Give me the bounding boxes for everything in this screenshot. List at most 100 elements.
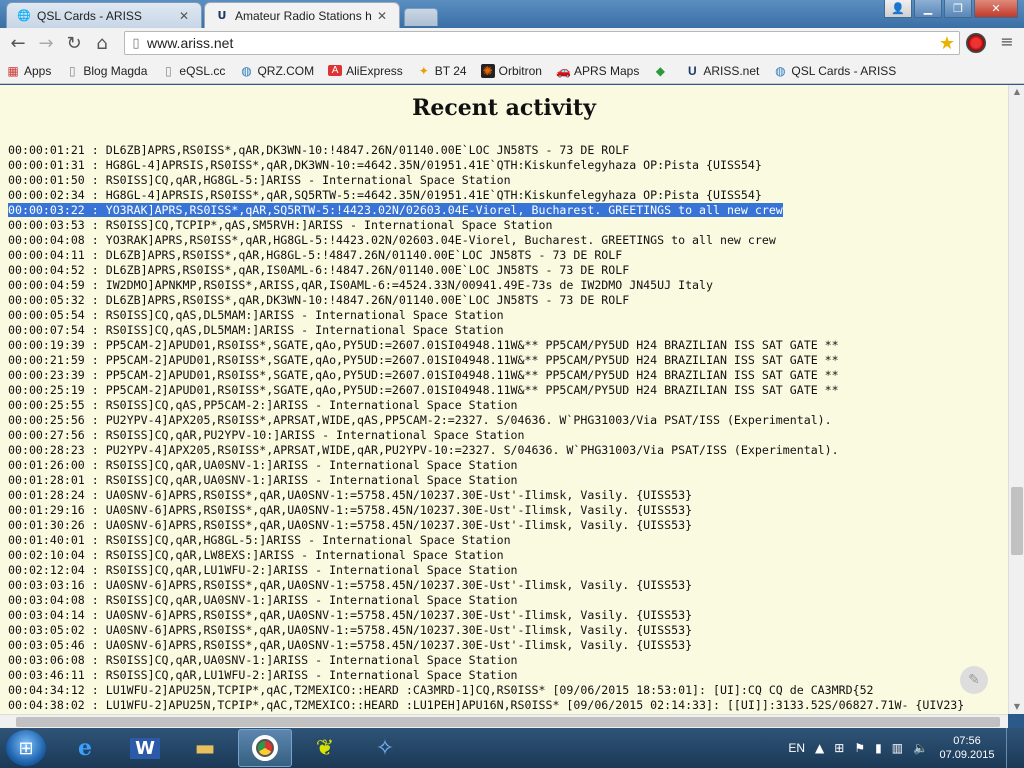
apps-grid-icon: ▦: [7, 63, 19, 78]
menu-hamburger-icon[interactable]: ≡: [996, 32, 1018, 54]
log-line-text: 00:00:25:55 : RS0ISS]CQ,qAS,PP5CAM-2:]AR…: [8, 398, 518, 412]
bookmark-label: ARISS.net: [703, 63, 760, 78]
tab-amateur-radio-stations[interactable]: U Amateur Radio Stations h ✕: [204, 2, 400, 28]
bookmark-star-icon[interactable]: ★: [935, 33, 959, 54]
log-line-text: 00:01:28:01 : RS0ISS]CQ,qAR,UA0SNV-1:]AR…: [8, 473, 518, 487]
log-line-text: 00:00:28:23 : PU2YPV-4]APX205,RS0ISS*,AP…: [8, 443, 839, 457]
log-line: 00:03:04:08 : RS0ISS]CQ,qAR,UA0SNV-1:]AR…: [8, 593, 1008, 608]
satellite-app-icon[interactable]: ✧: [358, 729, 412, 767]
log-line: 00:01:29:16 : UA0SNV-6]APRS,RS0ISS*,qAR,…: [8, 503, 1008, 518]
log-line: 00:03:05:46 : UA0SNV-6]APRS,RS0ISS*,qAR,…: [8, 638, 1008, 653]
language-indicator[interactable]: EN: [788, 741, 805, 755]
ariss-logo-icon: U: [217, 9, 227, 22]
network-icon[interactable]: ▥: [892, 741, 903, 755]
horizontal-scrollbar[interactable]: [0, 714, 1008, 728]
clock[interactable]: 07:56 07.09.2015: [938, 734, 996, 762]
log-line-text: 00:03:04:08 : RS0ISS]CQ,qAR,UA0SNV-1:]AR…: [8, 593, 518, 607]
home-icon[interactable]: ⌂: [88, 30, 116, 56]
bookmark-apps[interactable]: ▦ Apps: [6, 64, 51, 78]
horizontal-scroll-thumb[interactable]: [16, 717, 1000, 727]
bookmark-aliexpress[interactable]: A AliExpress: [328, 64, 403, 78]
log-line: 00:00:02:34 : HG8GL-4]APRSIS,RS0ISS*,qAR…: [8, 188, 1008, 203]
page-icon: ▯: [69, 63, 76, 78]
bookmark-label: AliExpress: [346, 63, 403, 78]
log-line-text: 00:00:07:54 : RS0ISS]CQ,qAS,DL5MAM:]ARIS…: [8, 323, 504, 337]
log-line: 00:02:10:04 : RS0ISS]CQ,qAR,LW8EXS:]ARIS…: [8, 548, 1008, 563]
scroll-up-arrow-icon[interactable]: ▲: [1009, 85, 1024, 99]
new-tab-button[interactable]: [404, 8, 438, 26]
tab-qsl-cards[interactable]: 🌐 QSL Cards - ARISS ✕: [6, 2, 202, 28]
bookmark-blog-magda[interactable]: ▯ Blog Magda: [65, 64, 147, 78]
chrome-icon[interactable]: [238, 729, 292, 767]
log-line: 00:01:28:24 : UA0SNV-6]APRS,RS0ISS*,qAR,…: [8, 488, 1008, 503]
log-line-text: 00:00:27:56 : RS0ISS]CQ,qAR,PU2YPV-10:]A…: [8, 428, 525, 442]
log-line: 00:02:12:04 : RS0ISS]CQ,qAR,LU1WFU-2:]AR…: [8, 563, 1008, 578]
bookmark-aprs-maps[interactable]: 🚗 APRS Maps: [556, 64, 639, 78]
log-line: 00:00:04:59 : IW2DMO]APNKMP,RS0ISS*,ARIS…: [8, 278, 1008, 293]
forward-arrow-icon[interactable]: →: [32, 30, 60, 56]
reload-icon[interactable]: ↻: [60, 30, 88, 56]
log-line: 00:00:05:54 : RS0ISS]CQ,qAS,DL5MAM:]ARIS…: [8, 308, 1008, 323]
bookmark-label: BT 24: [434, 63, 467, 78]
extension-record-icon[interactable]: [966, 33, 986, 53]
log-line-text: 00:00:25:19 : PP5CAM-2]APUD01,RS0ISS*,SG…: [8, 383, 839, 397]
word-icon[interactable]: W: [118, 729, 172, 767]
bookmark-orbitron[interactable]: ✺ Orbitron: [480, 63, 542, 78]
bookmark-ariss-net[interactable]: U ARISS.net: [685, 64, 759, 78]
scroll-down-arrow-icon[interactable]: ▼: [1009, 700, 1024, 714]
log-line: 00:00:04:08 : YO3RAK]APRS,RS0ISS*,qAR,HG…: [8, 233, 1008, 248]
minimize-button[interactable]: ▁: [914, 0, 942, 18]
log-line: 00:03:05:02 : UA0SNV-6]APRS,RS0ISS*,qAR,…: [8, 623, 1008, 638]
user-profile-icon[interactable]: 👤: [884, 0, 912, 18]
close-window-button[interactable]: ✕: [974, 0, 1018, 18]
log-line-text: 00:00:19:39 : PP5CAM-2]APUD01,RS0ISS*,SG…: [8, 338, 839, 352]
log-line-text: 00:03:06:08 : RS0ISS]CQ,qAR,UA0SNV-1:]AR…: [8, 653, 518, 667]
bookmark-label: eQSL.cc: [179, 63, 226, 78]
log-line: 00:03:06:08 : RS0ISS]CQ,qAR,UA0SNV-1:]AR…: [8, 653, 1008, 668]
vertical-scroll-thumb[interactable]: [1011, 487, 1023, 555]
log-line: 00:00:25:19 : PP5CAM-2]APUD01,RS0ISS*,SG…: [8, 383, 1008, 398]
windows-flag-icon[interactable]: ⊞: [834, 741, 844, 755]
bookmark-bt24[interactable]: ✦ BT 24: [417, 64, 467, 78]
start-button[interactable]: ⊞: [6, 730, 46, 766]
log-line: 00:00:19:39 : PP5CAM-2]APUD01,RS0ISS*,SG…: [8, 338, 1008, 353]
log-line: 00:00:03:53 : RS0ISS]CQ,TCPIP*,qAS,SM5RV…: [8, 218, 1008, 233]
maximize-button[interactable]: ❐: [944, 0, 972, 18]
internet-explorer-icon[interactable]: e: [58, 729, 112, 767]
vertical-scrollbar[interactable]: ▲ ▼: [1008, 85, 1024, 714]
close-tab-icon[interactable]: ✕: [177, 9, 191, 23]
log-line-text: 00:01:26:00 : RS0ISS]CQ,qAR,UA0SNV-1:]AR…: [8, 458, 518, 472]
battery-icon[interactable]: ▮: [875, 741, 882, 755]
car-icon: 🚗: [555, 63, 571, 78]
log-line-text: 00:00:01:50 : RS0ISS]CQ,qAR,HG8GL-5:]ARI…: [8, 173, 511, 187]
close-tab-icon[interactable]: ✕: [375, 9, 389, 23]
tray-expand-icon[interactable]: ▲: [815, 741, 824, 755]
file-explorer-icon[interactable]: ▬: [178, 729, 232, 767]
log-line: 00:00:01:21 : DL6ZB]APRS,RS0ISS*,qAR,DK3…: [8, 143, 1008, 158]
butterfly-app-icon[interactable]: ❦: [298, 729, 352, 767]
bookmark-qsl-cards-ariss[interactable]: ◍ QSL Cards - ARISS: [773, 64, 896, 78]
activity-log: 00:00:01:21 : DL6ZB]APRS,RS0ISS*,qAR,DK3…: [8, 143, 1008, 713]
bookmark-unnamed[interactable]: ◆: [653, 64, 671, 78]
log-line-text: 00:00:25:56 : PU2YPV-4]APX205,RS0ISS*,AP…: [8, 413, 832, 427]
page-title: Recent activity: [412, 95, 596, 121]
bookmark-eqsl[interactable]: ▯ eQSL.cc: [161, 64, 225, 78]
address-bar[interactable]: ▯ www.ariss.net ★: [124, 31, 960, 55]
show-desktop-button[interactable]: [1006, 728, 1016, 768]
log-line: 00:00:04:11 : DL6ZB]APRS,RS0ISS*,qAR,HG8…: [8, 248, 1008, 263]
bookmark-label: Blog Magda: [83, 63, 148, 78]
action-flag-icon[interactable]: ⚑: [854, 741, 865, 755]
aliexpress-icon: A: [328, 65, 343, 76]
bookmark-label: Orbitron: [498, 63, 542, 78]
log-line: 00:01:28:01 : RS0ISS]CQ,qAR,UA0SNV-1:]AR…: [8, 473, 1008, 488]
log-line-text: 00:03:04:14 : UA0SNV-6]APRS,RS0ISS*,qAR,…: [8, 608, 693, 622]
feedback-pencil-icon[interactable]: ✎: [960, 666, 988, 694]
volume-icon[interactable]: 🔈: [913, 741, 928, 755]
back-arrow-icon[interactable]: ←: [4, 30, 32, 56]
log-line: 00:01:30:26 : UA0SNV-6]APRS,RS0ISS*,qAR,…: [8, 518, 1008, 533]
log-line-text: 00:03:03:16 : UA0SNV-6]APRS,RS0ISS*,qAR,…: [8, 578, 693, 592]
log-line: 00:01:26:00 : RS0ISS]CQ,qAR,UA0SNV-1:]AR…: [8, 458, 1008, 473]
clock-time: 07:56: [953, 735, 981, 747]
bookmark-qrz[interactable]: ◍ QRZ.COM: [239, 64, 314, 78]
clock-date: 07.09.2015: [939, 749, 995, 761]
